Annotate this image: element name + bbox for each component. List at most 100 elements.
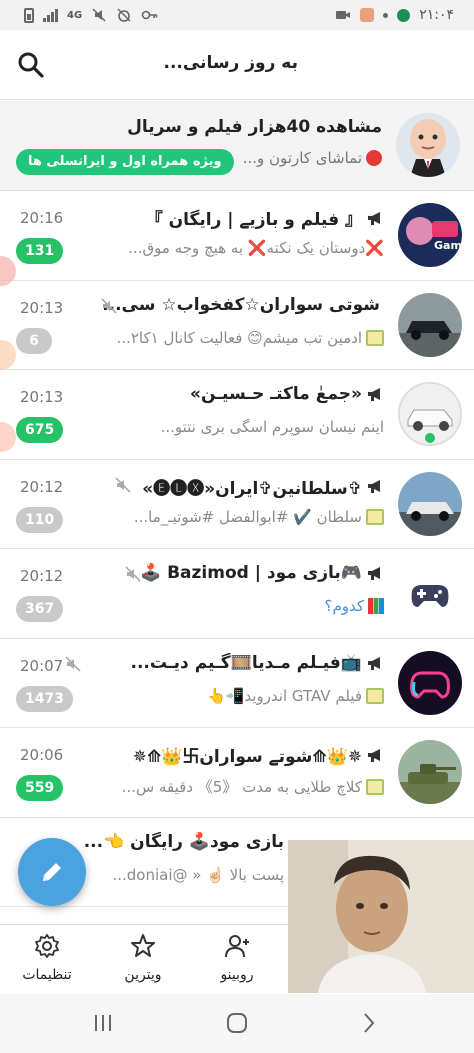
avatar: Game [398,203,462,267]
avatar [398,471,462,536]
chat-title-text: ✵👑⟰شوتے سواران卐👑⟰✵ [132,747,362,767]
status-right: ۲۱:۰۴ [335,7,454,23]
nav-item-rubino[interactable]: روبینو [192,933,282,983]
tank-avatar-image [398,740,462,804]
chat-row[interactable]: 🎮بازی مود | Bazimod 🕹️ 20:12 کدوم؟ 367 [0,549,474,639]
bottom-nav: روبینو ویترین تنظیمات [0,924,288,994]
image-thumbnail-icon [366,778,384,795]
more-dot-icon [383,12,389,18]
avatar [398,292,462,357]
model-car-avatar-image [400,384,460,444]
boss-baby-avatar-image [396,113,460,177]
channel-megaphone-icon [368,211,380,225]
svg-text:Game: Game [434,239,462,252]
compose-button[interactable] [18,838,86,906]
channel-megaphone-icon [368,656,380,670]
chat-time: 20:16 [20,209,64,227]
video-call-overlay[interactable] [288,840,474,993]
chat-row[interactable]: Game 『 فیلم و بازیے | رایگان 』 20:16 ❌دو… [0,191,474,281]
chat-preview-text: پست بالا ☝🏻 « @doniai... [112,865,284,884]
avatar [398,650,462,715]
avatar [398,561,462,625]
neon-gamepad-avatar-image [398,650,462,715]
ad-title: مشاهده 40هزار فیلم و سریال [127,117,382,137]
nav-item-settings[interactable]: تنظیمات [2,933,92,983]
ad-badge: ویژه همراه اول و ایرانسلی ها [16,149,234,175]
unread-badge: 6 [16,327,52,354]
unread-badge: 131 [16,238,64,264]
pencil-icon [43,863,61,881]
nav-item-showcase[interactable]: ویترین [98,933,188,983]
ad-preview: تماشای کارتون و... [243,149,382,167]
status-time: ۲۱:۰۴ [419,7,454,23]
chevron-right-icon [364,1013,375,1033]
chat-title: 🎮بازی مود | Bazimod 🕹️ [140,563,384,583]
ad-preview-text: تماشای کارتون و... [242,149,362,167]
unread-badge: 675 [16,417,64,443]
chat-preview-text: فیلم GTAV اندروید📲👆 [207,686,362,705]
alarm-off-icon [117,8,131,22]
red-circle-icon [366,150,382,166]
recent-apps-icon [95,1015,111,1031]
channel-megaphone-icon [368,388,380,401]
chat-preview-text: کدوم؟ [324,597,364,615]
chat-row[interactable]: ✵👑⟰شوتے سواران卐👑⟰✵ 20:06 کلاچ طلایی به م… [0,728,474,818]
muted-icon [125,566,141,582]
battery-icon [24,7,34,23]
chat-row[interactable]: «جمعٰ ماکتـ حـسیـن» 20:13 اینم نیسان سوپ… [0,370,474,460]
muted-icon [115,476,131,493]
camera-preview-image [288,840,474,993]
chat-title-text: 『 فیلم و بازیے | رایگان 』 [145,210,362,230]
chat-preview: سلطان ✔️ #ابوالفضل #شوتیـ_ما... [134,508,384,526]
channel-megaphone-icon [368,567,380,580]
gamepad-avatar-image [398,561,462,625]
chat-preview: کلاچ طلایی به مدت 《5》 دقیقه س... [122,776,384,797]
key-icon [141,10,158,20]
unread-badge: 559 [16,775,64,801]
muted-icon [65,655,81,672]
chat-row[interactable]: ✞سلطانین✞ایران«🅔🅛🅧» 20:12 سلطان ✔️ #ابوا… [0,459,474,549]
nav-label: روبینو [220,967,254,983]
car-avatar-image [398,292,462,357]
recent-apps-button[interactable] [88,1008,118,1038]
chat-preview: ❌دوستان یک نکته❌ به هیچ وجه موق... [128,239,384,257]
chat-list: Game 『 فیلم و بازیے | رایگان 』 20:16 ❌دو… [0,191,474,907]
rubika-status-icon [397,8,411,22]
back-button[interactable] [354,1008,384,1038]
chat-title: 『 فیلم و بازیے | رایگان 』 [146,205,384,230]
nav-label: تنظیمات [22,967,72,983]
unread-badge: 1473 [16,685,73,712]
chat-time: 20:07 [20,656,64,675]
chat-preview: فیلم GTAV اندروید📲👆 [207,687,384,705]
ad-chat-row[interactable]: مشاهده 40هزار فیلم و سریال تماشای کارتون… [0,101,474,191]
chat-preview: اینم نیسان سوپرم اسگی بری نتتو... [160,418,384,436]
home-icon [227,1013,247,1033]
chat-title: شوتی سواران☆کفخواب☆ سی... [104,295,384,315]
chat-row[interactable]: شوتی سواران☆کفخواب☆ سی... 20:13 ادمین تب… [0,280,474,370]
profile-icon [225,935,249,958]
chat-time: 20:13 [20,298,64,317]
channel-megaphone-icon [368,748,380,762]
chat-preview-text: کلاچ طلایی به مدت 《5》 دقیقه س... [121,778,362,796]
chat-title-text: بازی مود🕹️ رایگان 👈... [83,831,284,852]
chat-preview: کدوم؟ [324,597,384,615]
image-thumbnail-icon [366,687,384,704]
status-left: 4G [24,7,159,23]
sultan-car-avatar-image [398,471,462,536]
chat-row[interactable]: 📺فیـلم مـدیا🎞️گـیم دیـت... 20:07 فیلم GT… [0,638,474,728]
chat-preview: پست بالا ☝🏻 « @doniai... [112,866,284,884]
signal-icon [43,8,58,22]
home-button[interactable] [222,1008,252,1038]
avatar [396,113,460,177]
muted-icon [101,297,117,314]
chat-title: بازی مود🕹️ رایگان 👈... [84,832,284,852]
network-type-label: 4G [67,9,83,21]
chat-preview: ادمین تب میشم😊 فعالیت کانال ۱کا۲... [117,329,384,347]
search-button[interactable] [16,50,46,80]
app-notification-icon [360,8,375,22]
chat-time: 20:06 [20,746,64,764]
chat-title: ✞سلطانین✞ایران«🅔🅛🅧» [142,474,384,499]
chat-time: 20:12 [20,567,64,585]
chat-title: ✵👑⟰شوتے سواران卐👑⟰✵ [133,742,384,767]
search-icon [18,52,44,78]
